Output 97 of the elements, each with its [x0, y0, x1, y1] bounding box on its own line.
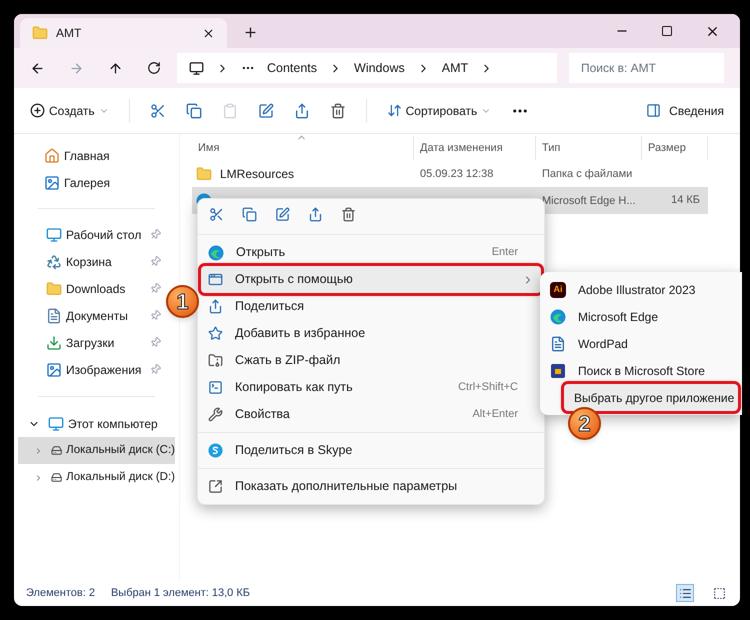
menu-item[interactable]: Открыть Enter	[201, 239, 541, 266]
column-header[interactable]: Имя	[192, 136, 414, 160]
up-icon[interactable]	[108, 60, 123, 76]
details-pane-icon	[646, 103, 662, 118]
store-icon	[550, 362, 566, 378]
tab-title: AMT	[56, 25, 82, 42]
menu-item[interactable]: Поделиться	[201, 293, 541, 320]
computer-icon	[189, 60, 204, 76]
column-header[interactable]: Размер	[642, 136, 708, 160]
column-header[interactable]: Тип	[536, 136, 642, 160]
menu-item[interactable]: Выбрать другое приложение	[564, 384, 738, 411]
menu-item[interactable]: Поиск в Microsoft Store	[540, 357, 742, 384]
folder-icon	[32, 25, 48, 41]
menu-item[interactable]: Microsoft Edge	[540, 303, 742, 330]
tab[interactable]: AMT	[20, 18, 227, 48]
plus-icon	[30, 103, 45, 118]
refresh-icon[interactable]	[147, 61, 161, 75]
menu-item[interactable]: Добавить в избранное	[201, 320, 541, 347]
breadcrumb[interactable]: Contents	[267, 58, 318, 78]
star-icon	[208, 326, 223, 341]
recycle-bin-icon	[46, 254, 62, 270]
item-count: Элементов: 2	[26, 586, 95, 601]
sidebar-item[interactable]: Корзина	[18, 248, 165, 275]
table-cell: Microsoft Edge H...	[542, 195, 636, 208]
delete-icon[interactable]	[341, 207, 356, 222]
computer-icon	[48, 416, 64, 432]
tile-view-icon	[712, 586, 726, 600]
list-view-icon	[678, 586, 692, 600]
path-icon	[208, 380, 223, 395]
menu-item[interactable]: Копировать как путь Ctrl+Shift+C	[201, 374, 541, 401]
table-cell-text: 14 КБ	[671, 193, 700, 208]
file-row[interactable]: LMResources 05.09.23 12:38 Папка с файлами	[192, 160, 708, 187]
download-icon	[46, 334, 62, 350]
desktop-icon	[46, 226, 62, 242]
breadcrumb[interactable]: AMT	[442, 58, 468, 78]
sidebar-item[interactable]: Документы	[18, 302, 165, 329]
sidebar-item[interactable]: Галерея	[18, 169, 175, 196]
sidebar-item[interactable]: Изображения	[18, 356, 165, 383]
sidebar-item[interactable]: Локальный диск (D:)	[18, 464, 175, 491]
rename-icon[interactable]	[275, 207, 290, 222]
breadcrumb[interactable]: Windows	[354, 58, 405, 78]
menu-item[interactable]: Показать дополнительные параметры	[201, 473, 541, 500]
wrench-icon	[208, 407, 223, 422]
skype-icon	[208, 443, 223, 458]
shortcut-label: Ctrl+Shift+C	[458, 380, 519, 396]
search-field[interactable]: Поиск в: AMT	[569, 53, 724, 83]
sidebar-item[interactable]: Локальный диск (C:)	[18, 437, 175, 464]
menu-item[interactable]: Сжать в ZIP-файл	[201, 347, 541, 374]
create-button[interactable]: Создать	[30, 102, 109, 120]
sidebar-item[interactable]: Загрузки	[18, 329, 165, 356]
delete-icon[interactable]	[330, 102, 346, 118]
document-icon	[46, 308, 62, 324]
edge-icon	[550, 308, 566, 324]
sort-icon	[386, 103, 402, 118]
table-cell: 05.09.23 12:38	[420, 168, 494, 180]
open-with-icon	[208, 272, 223, 287]
sort-button[interactable]: Сортировать	[386, 102, 492, 120]
illustrator-icon: Ai	[550, 282, 566, 298]
column-header[interactable]: Дата изменения	[414, 136, 536, 160]
wordpad-icon	[550, 336, 566, 352]
home-icon	[44, 148, 60, 164]
sidebar-item[interactable]: Главная	[18, 142, 175, 169]
sidebar-item[interactable]: Downloads	[18, 275, 165, 302]
table-cell-text: LMResources	[220, 166, 294, 182]
details-button[interactable]: Сведения	[646, 102, 724, 120]
view-toggle[interactable]	[676, 584, 694, 602]
menu-item[interactable]: Ai Adobe Illustrator 2023	[540, 276, 742, 303]
menu-item[interactable]: WordPad	[540, 330, 742, 357]
zip-folder-icon	[208, 353, 223, 368]
cut-icon[interactable]	[150, 102, 166, 118]
maximize-icon[interactable]	[661, 25, 673, 37]
share-icon[interactable]	[308, 207, 323, 222]
edge-icon	[208, 244, 224, 260]
sidebar-item[interactable]: Этот компьютер	[18, 410, 175, 437]
picture-icon	[44, 174, 60, 190]
rename-icon[interactable]	[258, 102, 274, 118]
folder-icon	[46, 280, 62, 296]
selection-info: Выбран 1 элемент: 13,0 КБ	[110, 586, 250, 601]
menu-item[interactable]: Свойства Alt+Enter	[201, 401, 541, 428]
picture-icon	[46, 362, 62, 378]
sidebar-item[interactable]: Рабочий стол	[18, 221, 165, 248]
shortcut-label: Enter	[492, 245, 519, 260]
table-cell: Папка с файлами	[542, 168, 632, 180]
address-field[interactable]: Contents Windows AMT	[177, 53, 557, 83]
close-tab-icon[interactable]	[202, 26, 215, 40]
share-icon	[208, 299, 223, 314]
menu-item[interactable]: Поделиться в Skype	[201, 437, 541, 464]
cut-icon[interactable]	[209, 207, 224, 222]
back-icon[interactable]	[30, 60, 45, 76]
menu-item[interactable]: Открыть с помощью	[201, 266, 541, 293]
shortcut-label: Alt+Enter	[472, 407, 519, 422]
share-icon[interactable]	[294, 102, 310, 118]
new-tab-icon[interactable]	[243, 25, 258, 40]
copy-icon[interactable]	[242, 207, 257, 222]
copy-icon[interactable]	[186, 102, 202, 118]
folder-icon	[196, 166, 212, 182]
more-options-icon	[208, 479, 223, 494]
